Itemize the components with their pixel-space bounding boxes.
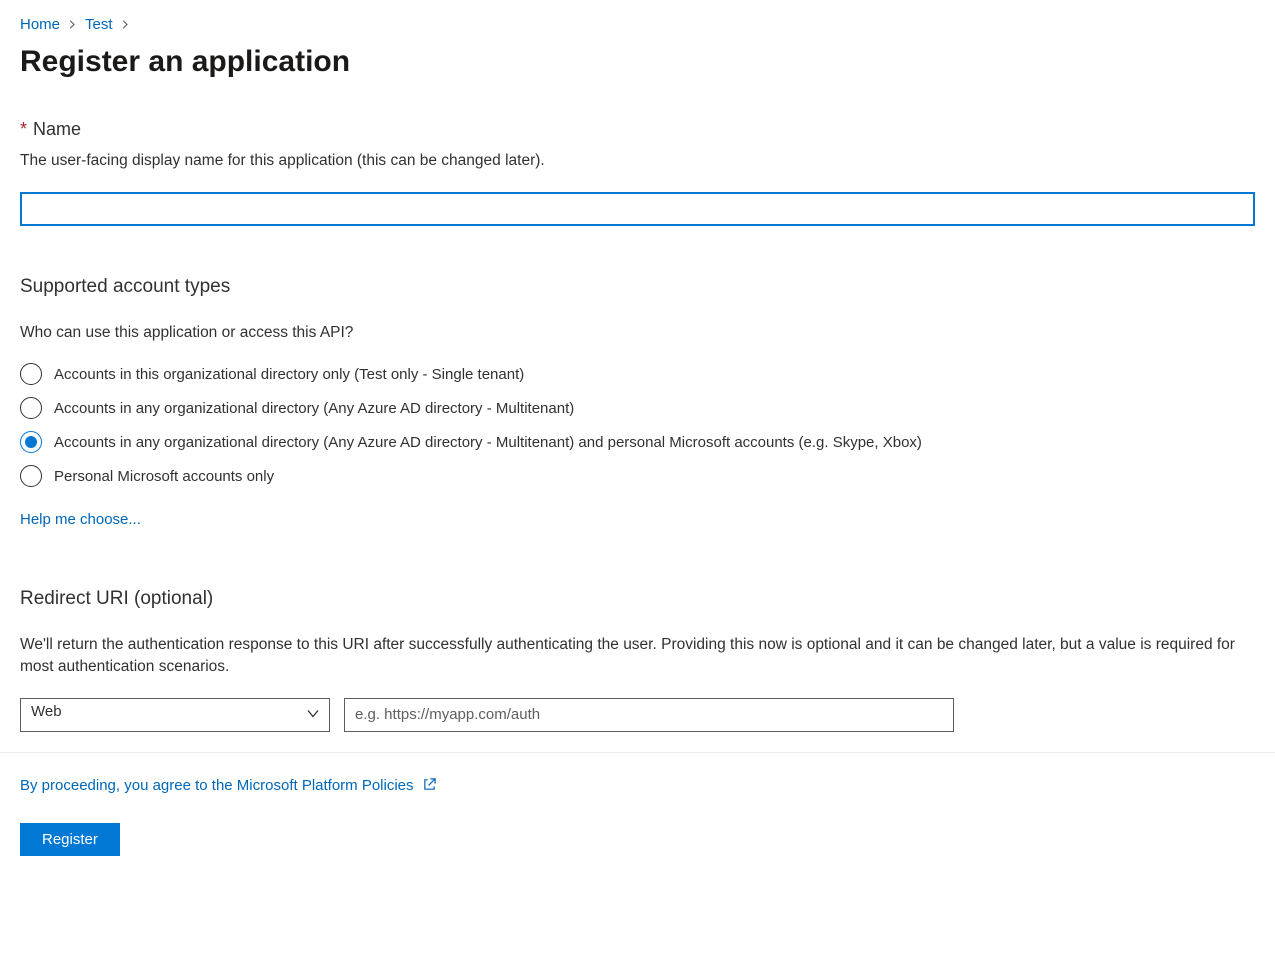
radio-label: Personal Microsoft accounts only bbox=[54, 468, 274, 485]
breadcrumb: Home Test bbox=[20, 16, 1255, 33]
account-types-radio-group: Accounts in this organizational director… bbox=[20, 363, 1255, 487]
required-asterisk: * bbox=[20, 119, 27, 140]
radio-single-tenant[interactable]: Accounts in this organizational director… bbox=[20, 363, 1255, 385]
radio-icon bbox=[20, 363, 42, 385]
redirect-uri-input[interactable] bbox=[344, 698, 954, 732]
platform-select-wrap: Web bbox=[20, 698, 330, 732]
chevron-right-icon bbox=[121, 17, 130, 32]
redirect-uri-row: Web bbox=[20, 698, 1255, 732]
radio-label: Accounts in any organizational directory… bbox=[54, 400, 574, 417]
radio-personal-only[interactable]: Personal Microsoft accounts only bbox=[20, 465, 1255, 487]
name-label-text: Name bbox=[33, 119, 81, 140]
redirect-uri-title: Redirect URI (optional) bbox=[20, 588, 1255, 610]
divider bbox=[0, 752, 1275, 753]
breadcrumb-test[interactable]: Test bbox=[85, 16, 113, 33]
name-description: The user-facing display name for this ap… bbox=[20, 150, 1255, 172]
page-title: Register an application bbox=[20, 45, 1255, 79]
radio-icon bbox=[20, 397, 42, 419]
radio-multitenant[interactable]: Accounts in any organizational directory… bbox=[20, 397, 1255, 419]
chevron-right-icon bbox=[68, 17, 77, 32]
external-link-icon bbox=[422, 777, 437, 795]
policy-row: By proceeding, you agree to the Microsof… bbox=[20, 777, 1255, 795]
radio-icon bbox=[20, 431, 42, 453]
radio-multitenant-personal[interactable]: Accounts in any organizational directory… bbox=[20, 431, 1255, 453]
platform-select[interactable]: Web bbox=[20, 698, 330, 732]
account-types-title: Supported account types bbox=[20, 276, 1255, 298]
help-me-choose-link[interactable]: Help me choose... bbox=[20, 511, 141, 528]
register-button[interactable]: Register bbox=[20, 823, 120, 856]
radio-icon bbox=[20, 465, 42, 487]
redirect-uri-description: We'll return the authentication response… bbox=[20, 634, 1255, 677]
breadcrumb-home[interactable]: Home bbox=[20, 16, 60, 33]
name-label: * Name bbox=[20, 119, 1255, 140]
platform-policies-link[interactable]: By proceeding, you agree to the Microsof… bbox=[20, 777, 414, 794]
account-types-question: Who can use this application or access t… bbox=[20, 322, 1255, 344]
name-input[interactable] bbox=[20, 192, 1255, 226]
radio-label: Accounts in any organizational directory… bbox=[54, 434, 922, 451]
radio-label: Accounts in this organizational director… bbox=[54, 366, 524, 383]
